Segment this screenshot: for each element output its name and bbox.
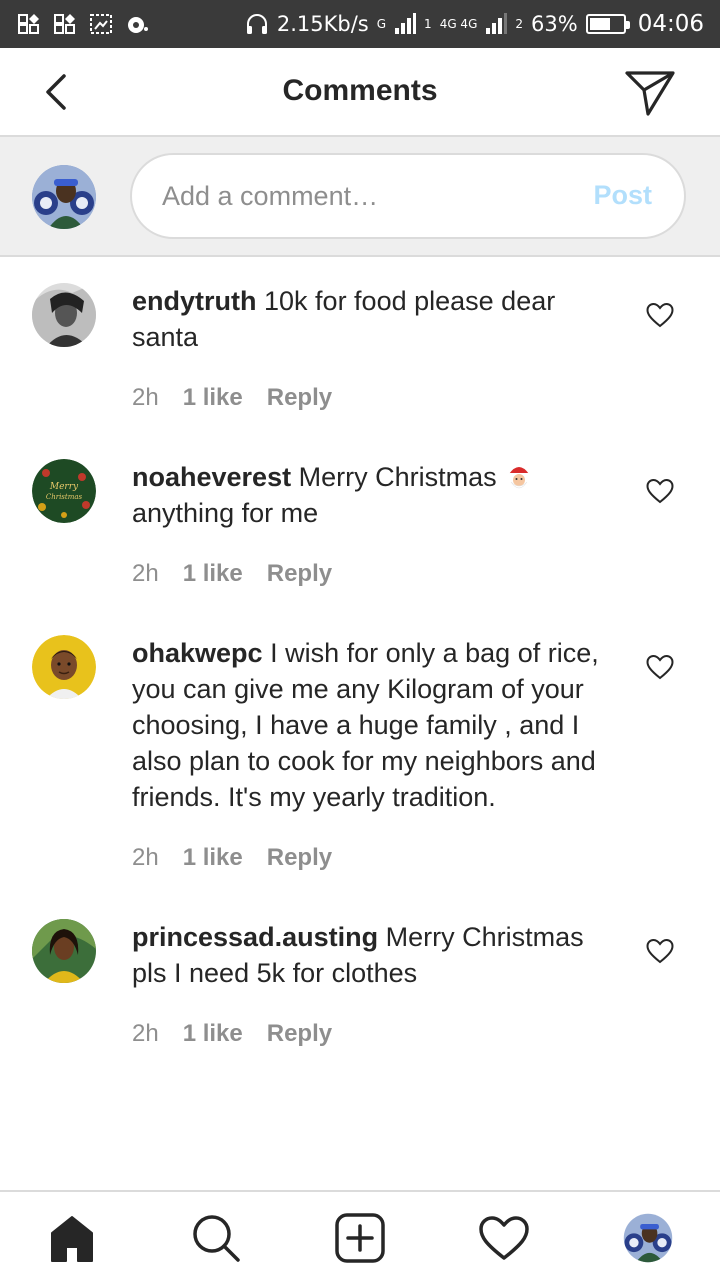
current-user-avatar[interactable] bbox=[32, 165, 96, 229]
signal-sim1-icon bbox=[395, 13, 417, 34]
direct-send-icon[interactable] bbox=[624, 68, 676, 116]
comment-meta: 2h 1 like Reply bbox=[132, 1020, 332, 1048]
comment-composer: Post bbox=[0, 137, 720, 257]
comment-time: 2h bbox=[132, 1020, 159, 1047]
reply-button[interactable]: Reply bbox=[267, 1020, 332, 1048]
bottom-navigation bbox=[0, 1190, 720, 1280]
app-grid-notification-icon bbox=[54, 14, 75, 34]
comment-meta: 2h 1 like Reply bbox=[132, 384, 332, 412]
battery-percent: 63% bbox=[531, 12, 578, 36]
post-button[interactable]: Post bbox=[593, 180, 652, 211]
comment-text-continued: anything for me bbox=[132, 498, 319, 528]
home-icon[interactable] bbox=[47, 1213, 97, 1263]
headphones-icon bbox=[246, 14, 267, 34]
comment-text: Merry Christmas bbox=[298, 462, 497, 492]
comment-body: princessad.austing Merry Christmas pls I… bbox=[132, 919, 622, 991]
page-title: Comments bbox=[282, 74, 438, 107]
sim1-network-type: G bbox=[376, 17, 387, 31]
reply-button[interactable]: Reply bbox=[267, 844, 332, 872]
avatar-christmas-text: Christmas bbox=[46, 493, 83, 501]
like-heart-icon[interactable] bbox=[646, 302, 674, 328]
nav-profile[interactable] bbox=[620, 1210, 676, 1266]
comment-username[interactable]: noaheverest bbox=[132, 462, 291, 492]
user-avatar[interactable] bbox=[32, 919, 96, 983]
comment-body: endytruth 10k for food please dear santa bbox=[132, 283, 622, 355]
nav-new-post[interactable] bbox=[332, 1210, 388, 1266]
sim2-slot: 2 bbox=[515, 17, 524, 31]
comment-likes[interactable]: 1 like bbox=[183, 844, 243, 872]
avatar-merry-text: Merry bbox=[49, 482, 79, 492]
comment-likes[interactable]: 1 like bbox=[183, 560, 243, 588]
comments-header: Comments bbox=[0, 48, 720, 137]
screenshot-notification-icon bbox=[90, 14, 112, 34]
sim2-network-type: 4G 4G bbox=[439, 17, 478, 31]
comment-likes[interactable]: 1 like bbox=[183, 1020, 243, 1048]
comment-time: 2h bbox=[132, 844, 159, 871]
battery-icon bbox=[585, 14, 630, 34]
nav-home[interactable] bbox=[44, 1210, 100, 1266]
comment-body: noaheverest Merry Christmas anything for… bbox=[132, 459, 622, 531]
reply-button[interactable]: Reply bbox=[267, 560, 332, 588]
comment-time: 2h bbox=[132, 384, 159, 411]
comment-input-container[interactable]: Post bbox=[130, 153, 686, 239]
user-avatar[interactable] bbox=[32, 635, 96, 699]
status-bar: 2.15Kb/s G 1 4G 4G 2 63% 04:06 bbox=[0, 0, 720, 48]
add-post-icon[interactable] bbox=[335, 1213, 385, 1263]
comment-username[interactable]: ohakwepc bbox=[132, 638, 263, 668]
network-speed: 2.15Kb/s bbox=[276, 12, 369, 36]
notification-icons bbox=[0, 14, 148, 34]
like-heart-icon[interactable] bbox=[646, 938, 674, 964]
comment-body: ohakwepc I wish for only a bag of rice, … bbox=[132, 635, 622, 815]
like-heart-icon[interactable] bbox=[646, 654, 674, 680]
sim1-slot: 1 bbox=[424, 17, 432, 31]
search-icon[interactable] bbox=[190, 1212, 242, 1264]
comment-username[interactable]: endytruth bbox=[132, 286, 257, 316]
comment-likes[interactable]: 1 like bbox=[183, 384, 243, 412]
comment-meta: 2h 1 like Reply bbox=[132, 560, 332, 588]
like-heart-icon[interactable] bbox=[646, 478, 674, 504]
comment-meta: 2h 1 like Reply bbox=[132, 844, 332, 872]
sync-notification-icon bbox=[128, 17, 148, 33]
nav-activity[interactable] bbox=[476, 1210, 532, 1266]
activity-heart-icon[interactable] bbox=[478, 1214, 530, 1262]
user-avatar[interactable]: Merry Christmas bbox=[32, 459, 96, 523]
user-avatar[interactable] bbox=[32, 283, 96, 347]
app-grid-notification-icon bbox=[18, 14, 39, 34]
nav-search[interactable] bbox=[188, 1210, 244, 1266]
comment-time: 2h bbox=[132, 560, 159, 587]
reply-button[interactable]: Reply bbox=[267, 384, 332, 412]
status-indicators: 2.15Kb/s G 1 4G 4G 2 63% 04:06 bbox=[245, 0, 704, 48]
battery-level bbox=[589, 18, 611, 30]
comment-username[interactable]: princessad.austing bbox=[132, 922, 378, 952]
santa-emoji-icon bbox=[508, 465, 534, 489]
profile-avatar[interactable] bbox=[623, 1213, 673, 1263]
signal-sim2-icon bbox=[486, 13, 508, 34]
comment-input[interactable] bbox=[162, 155, 562, 237]
clock: 04:06 bbox=[637, 11, 704, 37]
